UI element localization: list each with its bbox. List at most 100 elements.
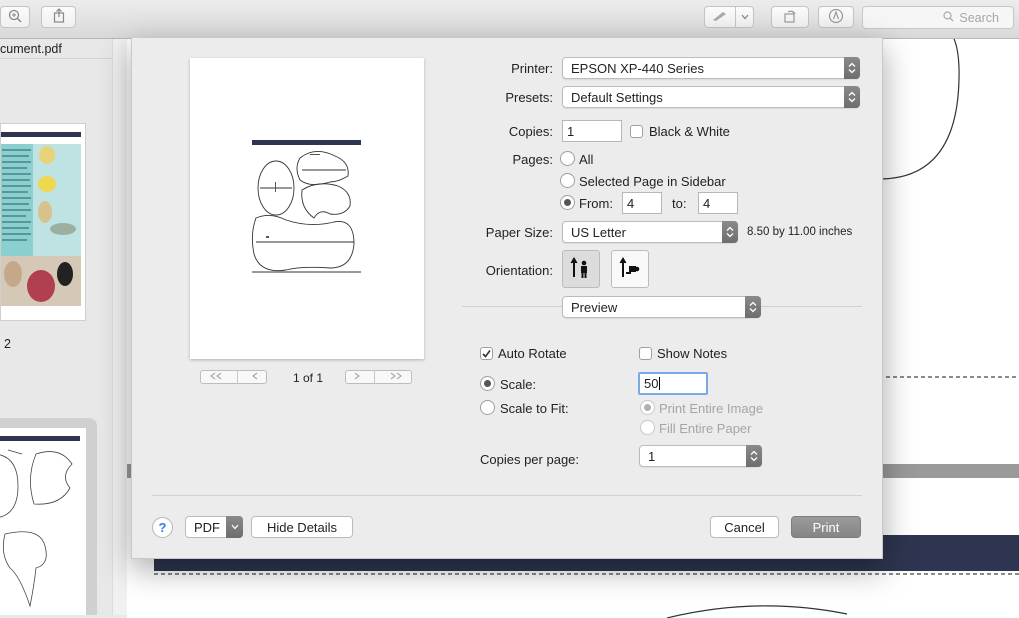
- presets-label: Presets:: [505, 90, 553, 105]
- pages-to-label: to:: [672, 196, 687, 211]
- selected-thumbnail-highlight[interactable]: [0, 418, 97, 615]
- cancel-button[interactable]: Cancel: [710, 516, 779, 538]
- orientation-portrait-button[interactable]: [562, 250, 600, 288]
- preview-page-count: 1 of 1: [293, 371, 324, 385]
- pages-all-radio[interactable]: [560, 151, 575, 166]
- footer-separator: [152, 495, 862, 496]
- copies-per-page-value: 1: [648, 448, 656, 464]
- copies-per-page-label: Copies per page:: [480, 452, 580, 467]
- pen-icon: [711, 10, 729, 25]
- page-thumbnail-selected[interactable]: [0, 428, 86, 615]
- thumb-bottom-photo: [1, 256, 81, 306]
- pdf-menu-button[interactable]: PDF: [185, 516, 243, 538]
- first-page-icon[interactable]: [208, 372, 224, 383]
- text-cursor: [659, 377, 661, 390]
- copies-field[interactable]: 1: [562, 120, 622, 142]
- pages-all-label: All: [579, 152, 594, 167]
- print-dialog: 1 of 1 Printer: EPSON XP-440 Series Pres…: [131, 38, 883, 559]
- paper-size-select[interactable]: US Letter: [562, 221, 738, 243]
- annotate-button[interactable]: [818, 6, 854, 28]
- preview-pattern-thumbnail: [251, 140, 361, 273]
- search-placeholder: Search: [959, 10, 999, 25]
- pages-selected-radio[interactable]: [560, 173, 575, 188]
- previous-page-icon[interactable]: [251, 372, 259, 383]
- paper-size-dimensions: 8.50 by 11.00 inches: [747, 226, 853, 238]
- pager-divider: [236, 370, 238, 384]
- black-white-label: Black & White: [649, 124, 730, 139]
- rotate-icon: [782, 8, 798, 27]
- pager-divider: [373, 370, 375, 384]
- thumb-pattern-shapes: [0, 449, 73, 608]
- printer-value: EPSON XP-440 Series: [571, 60, 704, 76]
- zoom-in-button[interactable]: [0, 6, 30, 28]
- checkmark-icon: [482, 350, 491, 358]
- thumb-photo-panel: [33, 144, 81, 256]
- pages-to-field[interactable]: 4: [698, 192, 738, 214]
- presets-select[interactable]: Default Settings: [562, 86, 860, 108]
- auto-rotate-checkbox[interactable]: [480, 347, 493, 360]
- pages-from-label: From:: [579, 196, 613, 211]
- fill-entire-paper-radio[interactable]: [640, 420, 655, 435]
- page-thumbnail[interactable]: [0, 123, 86, 321]
- scale-radio[interactable]: [480, 376, 495, 391]
- black-white-checkbox[interactable]: [630, 125, 643, 138]
- thumbnail-page-number: 2: [4, 337, 11, 351]
- zoom-in-icon: [8, 9, 22, 26]
- preview-nav-forward[interactable]: [345, 370, 412, 384]
- landscape-icon: [617, 255, 643, 284]
- print-options-menu[interactable]: Preview: [562, 296, 761, 318]
- updown-arrows-icon: [844, 86, 860, 108]
- thumb-header-bar: [0, 436, 80, 441]
- orientation-label: Orientation:: [485, 263, 553, 278]
- preview-pager: 1 of 1: [200, 370, 414, 386]
- show-notes-checkbox[interactable]: [639, 347, 652, 360]
- rotate-button[interactable]: [771, 6, 809, 28]
- print-button[interactable]: Print: [791, 516, 861, 538]
- updown-arrows-icon: [746, 445, 762, 467]
- help-button[interactable]: ?: [152, 517, 173, 538]
- print-entire-image-radio[interactable]: [640, 400, 655, 415]
- scale-field[interactable]: 50: [638, 372, 708, 395]
- updown-arrows-icon: [745, 296, 761, 318]
- orientation-landscape-button[interactable]: [611, 250, 649, 288]
- hide-details-button[interactable]: Hide Details: [251, 516, 353, 538]
- annotate-icon: [828, 8, 844, 27]
- pages-label: Pages:: [512, 152, 553, 167]
- chevron-down-icon: [226, 516, 243, 538]
- paper-size-value: US Letter: [571, 224, 626, 240]
- chevron-down-icon[interactable]: [735, 7, 753, 27]
- print-options-value: Preview: [571, 299, 618, 315]
- markup-button[interactable]: [704, 6, 754, 28]
- show-notes-label: Show Notes: [657, 346, 728, 361]
- scale-to-fit-radio[interactable]: [480, 400, 495, 415]
- portrait-icon: [568, 255, 594, 284]
- search-field[interactable]: Search: [862, 6, 1014, 29]
- fill-entire-paper-label: Fill Entire Paper: [659, 421, 752, 436]
- print-entire-image-label: Print Entire Image: [659, 401, 764, 416]
- scale-value: 50: [644, 376, 659, 391]
- scale-label: Scale:: [500, 377, 537, 392]
- sidebar-filename: cument.pdf: [0, 42, 62, 56]
- pages-from-field[interactable]: 4: [622, 192, 662, 214]
- preview-nav-back[interactable]: [200, 370, 267, 384]
- pages-selected-label: Selected Page in Sidebar: [579, 174, 726, 189]
- updown-arrows-icon: [844, 57, 860, 79]
- next-page-icon[interactable]: [353, 372, 361, 383]
- sidebar-divider: [0, 58, 112, 59]
- scale-to-fit-label: Scale to Fit:: [500, 401, 569, 416]
- share-button[interactable]: [41, 6, 76, 28]
- pdf-button-label: PDF: [194, 519, 220, 535]
- pages-from-radio[interactable]: [560, 195, 575, 210]
- copies-label: Copies:: [508, 124, 553, 139]
- thumb-header-bar: [1, 132, 81, 137]
- last-page-icon[interactable]: [388, 372, 404, 383]
- thumb-text-column: [1, 144, 33, 256]
- printer-select[interactable]: EPSON XP-440 Series: [562, 57, 860, 79]
- presets-value: Default Settings: [571, 89, 663, 105]
- share-icon: [52, 8, 66, 26]
- sidebar-scrollbar[interactable]: [112, 39, 127, 615]
- search-icon: [943, 10, 954, 25]
- thumbnail-sidebar: cument.pdf 2: [0, 39, 113, 615]
- printer-label: Printer:: [511, 61, 553, 76]
- copies-per-page-select[interactable]: 1: [639, 445, 762, 467]
